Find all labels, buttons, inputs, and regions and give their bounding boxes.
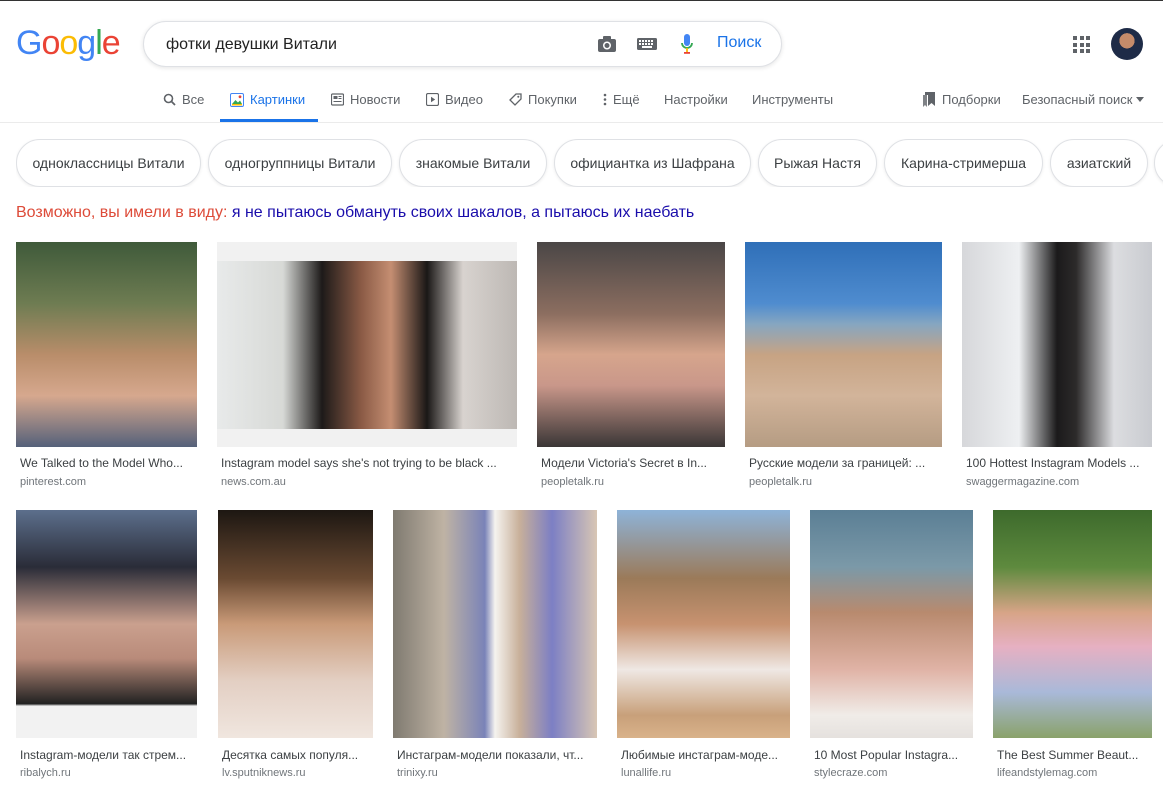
more-vert-icon: [603, 93, 607, 106]
result-thumbnail[interactable]: [16, 510, 197, 738]
logo-letter: g: [77, 24, 96, 62]
bookmark-icon: [923, 92, 935, 107]
search-nav: Все Картинки Новости Видео Покупки Ещё Н…: [0, 82, 1163, 123]
chip[interactable]: одногруппницы Витали: [208, 139, 392, 187]
chip[interactable]: Карина-стримерша: [884, 139, 1043, 187]
tools-link[interactable]: Инструменты: [752, 92, 833, 107]
result-caption[interactable]: Инстаграм-модели показали, чт...: [397, 748, 593, 762]
result-caption[interactable]: 100 Hottest Instagram Models ...: [966, 456, 1152, 470]
result-caption[interactable]: Русские модели за границей: ...: [749, 456, 939, 470]
result-domain: stylecraze.com: [814, 767, 888, 779]
microphone-icon[interactable]: [676, 34, 698, 54]
settings-link[interactable]: Настройки: [664, 92, 728, 107]
tab-more-label: Ещё: [613, 92, 640, 107]
result-thumbnail[interactable]: [537, 242, 725, 447]
apps-grid-icon[interactable]: [1073, 36, 1090, 53]
safe-search-dropdown[interactable]: Безопасный поиск: [1022, 92, 1145, 107]
related-searches-chips: одноклассницы Витали одногруппницы Витал…: [16, 139, 1163, 187]
tab-shopping-label: Покупки: [528, 92, 577, 107]
tab-video-label: Видео: [445, 92, 483, 107]
collections-link[interactable]: Подборки: [922, 92, 1001, 107]
chip-partial[interactable]: [1154, 139, 1163, 187]
result-caption[interactable]: The Best Summer Beaut...: [997, 748, 1151, 762]
result-thumbnail[interactable]: [393, 510, 597, 738]
account-avatar[interactable]: [1111, 28, 1143, 60]
logo-letter: o: [41, 24, 60, 62]
tag-icon: [509, 93, 522, 106]
did-you-mean-suggestion[interactable]: я не пытаюсь обмануть своих шакалов, а п…: [232, 204, 694, 221]
chip[interactable]: официантка из Шафрана: [554, 139, 751, 187]
image-icon: [230, 92, 244, 107]
safe-search-label: Безопасный поиск: [1022, 92, 1133, 107]
tab-news-label: Новости: [350, 92, 401, 107]
result-thumbnail[interactable]: [218, 510, 373, 738]
logo-letter: o: [59, 24, 78, 62]
logo-letter: e: [101, 24, 121, 62]
chip[interactable]: Рыжая Настя: [758, 139, 877, 187]
keyboard-icon[interactable]: [636, 34, 658, 54]
search-button[interactable]: Поиск: [717, 34, 761, 52]
result-domain: pinterest.com: [20, 476, 87, 488]
result-thumbnail[interactable]: [16, 242, 197, 447]
did-you-mean-label: Возможно, вы имели в виду:: [16, 204, 228, 221]
tab-news[interactable]: Новости: [331, 92, 400, 107]
window-top-border: [0, 0, 1163, 1]
google-logo[interactable]: Google: [16, 24, 121, 63]
search-input[interactable]: [164, 32, 588, 58]
result-thumbnail[interactable]: [217, 242, 517, 447]
tab-more[interactable]: Ещё: [603, 92, 640, 107]
search-box[interactable]: Поиск: [143, 21, 782, 67]
result-caption[interactable]: Модели Victoria's Secret в In...: [541, 456, 723, 470]
result-caption[interactable]: Любимые инстаграм-моде...: [621, 748, 789, 762]
tab-images-label: Картинки: [250, 92, 306, 107]
result-caption[interactable]: We Talked to the Model Who...: [20, 456, 196, 470]
result-domain: news.com.au: [221, 476, 286, 488]
news-icon: [331, 93, 344, 106]
result-domain: peopletalk.ru: [749, 476, 812, 488]
result-caption[interactable]: Instagram-модели так стрем...: [20, 748, 196, 762]
chip[interactable]: одноклассницы Витали: [16, 139, 201, 187]
result-thumbnail[interactable]: [745, 242, 942, 447]
result-domain: peopletalk.ru: [541, 476, 604, 488]
result-thumbnail[interactable]: [617, 510, 790, 738]
tools-label: Инструменты: [752, 92, 834, 107]
logo-letter: G: [16, 24, 42, 62]
tab-video[interactable]: Видео: [426, 92, 483, 107]
result-domain: lunallife.ru: [621, 767, 672, 779]
chip[interactable]: азиатский: [1050, 139, 1148, 187]
result-thumbnail[interactable]: [962, 242, 1152, 447]
caret-down-icon: [1136, 97, 1145, 102]
collections-label: Подборки: [942, 92, 1001, 107]
camera-icon[interactable]: [596, 34, 618, 54]
tab-all-label: Все: [182, 92, 205, 107]
tab-images[interactable]: Картинки: [230, 92, 305, 107]
result-caption[interactable]: Instagram model says she's not trying to…: [221, 456, 513, 470]
result-domain: swaggermagazine.com: [966, 476, 1080, 488]
active-tab-indicator: [220, 119, 318, 122]
tab-all[interactable]: Все: [163, 92, 204, 107]
result-domain: lifeandstylemag.com: [997, 767, 1098, 779]
result-thumbnail[interactable]: [993, 510, 1152, 738]
result-caption[interactable]: 10 Most Popular Instagra...: [814, 748, 972, 762]
result-domain: ribalych.ru: [20, 767, 71, 779]
did-you-mean: Возможно, вы имели в виду: я не пытаюсь …: [16, 204, 694, 222]
chip[interactable]: знакомые Витали: [399, 139, 547, 187]
result-thumbnail[interactable]: [810, 510, 973, 738]
tab-shopping[interactable]: Покупки: [509, 92, 577, 107]
search-icon: [163, 93, 176, 106]
settings-label: Настройки: [664, 92, 728, 107]
result-domain: trinixy.ru: [397, 767, 438, 779]
play-icon: [426, 93, 439, 106]
result-caption[interactable]: Десятка самых популя...: [222, 748, 372, 762]
result-domain: lv.sputniknews.ru: [222, 767, 306, 779]
